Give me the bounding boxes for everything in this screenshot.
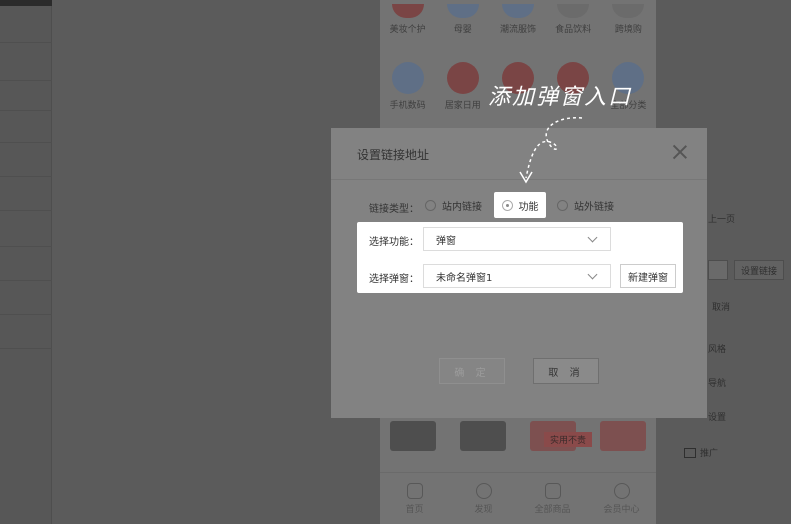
close-icon[interactable] — [673, 145, 687, 159]
category-label: 母婴 — [453, 25, 472, 35]
category-label: 食品饮料 — [555, 25, 592, 35]
home-goods-icon — [446, 62, 479, 94]
set-link-button[interactable]: 设置链接 — [734, 260, 784, 280]
sidebar-top-bar — [0, 0, 52, 6]
speaker-icon — [684, 447, 696, 458]
select-popup-label: 选择弹窗： — [369, 274, 419, 285]
menu-settings[interactable]: 设置 — [708, 410, 726, 423]
phone-tabbar: 首页 发现 全部商品 会员中心 — [380, 472, 656, 524]
radio-circle-checked — [501, 199, 513, 211]
category-icon — [557, 4, 590, 18]
category-label: 美妆个护 — [389, 25, 426, 35]
sidebar-divider — [0, 210, 52, 211]
radio-circle — [425, 200, 436, 211]
category-item[interactable]: 跨境购 — [601, 4, 656, 35]
radio-label: 功能 — [518, 201, 539, 213]
sidebar-divider — [0, 246, 52, 247]
tab-all-products[interactable]: 全部商品 — [523, 482, 583, 515]
sidebar-divider — [0, 42, 52, 43]
category-item[interactable]: 食品饮料 — [546, 4, 601, 35]
select-value: 弹窗 — [436, 235, 456, 247]
category-label: 跨境购 — [614, 25, 642, 35]
sidebar-divider — [0, 142, 52, 143]
product-image[interactable] — [390, 421, 436, 451]
category-label: 居家日用 — [444, 101, 481, 111]
tab-label: 首页 — [405, 504, 424, 515]
radio-label: 站外链接 — [574, 202, 614, 213]
chevron-down-icon — [587, 269, 598, 280]
select-value: 未命名弹窗1 — [436, 272, 493, 284]
tab-label: 发现 — [474, 504, 493, 515]
category-row: 美妆个护 母婴 潮流服饰 食品饮料 跨境购 — [380, 4, 656, 35]
category-item[interactable]: 居家日用 — [435, 62, 490, 111]
radio-internal-link[interactable]: 站内链接 — [425, 198, 482, 213]
cancel-button[interactable]: 取 消 — [533, 358, 599, 384]
radio-function[interactable]: 功能 — [494, 192, 546, 218]
modal-title: 设置链接地址 — [357, 148, 430, 162]
radio-label: 站内链接 — [442, 202, 482, 213]
tab-label: 全部商品 — [534, 504, 571, 515]
tab-home[interactable]: 首页 — [385, 482, 445, 515]
category-item[interactable]: 潮流服饰 — [490, 4, 545, 35]
tab-label: 会员中心 — [603, 504, 640, 515]
category-icon — [501, 4, 534, 18]
function-select[interactable]: 弹窗 — [423, 227, 611, 251]
panel-label: 上一页 — [708, 215, 736, 225]
menu-label: 推广 — [700, 449, 719, 459]
category-icon — [391, 4, 424, 18]
radio-circle — [557, 200, 568, 211]
confirm-button[interactable]: 确 定 — [439, 358, 505, 384]
home-icon — [406, 482, 423, 499]
compass-icon — [475, 482, 492, 499]
cancel-link-button[interactable]: 取消 — [706, 296, 736, 316]
annotation-arrow-icon — [519, 117, 583, 184]
user-icon — [613, 482, 630, 499]
category-item[interactable]: 手机数码 — [380, 62, 435, 111]
sidebar-divider — [0, 280, 52, 281]
grid-icon — [544, 482, 561, 499]
new-popup-button[interactable]: 新建弹窗 — [620, 264, 676, 288]
radio-external-link[interactable]: 站外链接 — [557, 198, 614, 213]
phone-icon — [391, 62, 424, 94]
annotation-text: 添加弹窗入口 — [488, 85, 633, 110]
category-label: 手机数码 — [389, 101, 426, 111]
select-function-label: 选择功能： — [369, 237, 419, 248]
product-badge: 实用不贵 — [544, 432, 593, 447]
product-image[interactable] — [460, 421, 506, 451]
link-type-label: 链接类型： — [369, 204, 419, 215]
product-image[interactable] — [600, 421, 646, 451]
category-icon — [446, 4, 479, 18]
link-input[interactable] — [708, 260, 728, 280]
menu-nav[interactable]: 导航 — [708, 376, 726, 389]
category-item[interactable]: 母婴 — [435, 4, 490, 35]
category-item[interactable]: 美妆个护 — [380, 4, 435, 35]
left-sidebar — [0, 0, 52, 524]
menu-promote[interactable]: 推广 — [684, 446, 718, 459]
category-label: 潮流服饰 — [499, 25, 536, 35]
chevron-down-icon — [587, 232, 598, 243]
tab-discover[interactable]: 发现 — [454, 482, 514, 515]
sidebar-divider — [0, 176, 52, 177]
sidebar-divider — [0, 80, 52, 81]
sidebar-divider — [0, 110, 52, 111]
sidebar-divider — [0, 348, 52, 349]
category-icon — [612, 4, 645, 18]
sidebar-divider — [0, 314, 52, 315]
popup-select[interactable]: 未命名弹窗1 — [423, 264, 611, 288]
tab-member[interactable]: 会员中心 — [592, 482, 652, 515]
product-strip: 实用不贵 — [390, 418, 646, 454]
menu-style[interactable]: 风格 — [708, 342, 726, 355]
function-selection-panel: 选择功能： 弹窗 选择弹窗： 未命名弹窗1 新建弹窗 — [357, 222, 683, 293]
